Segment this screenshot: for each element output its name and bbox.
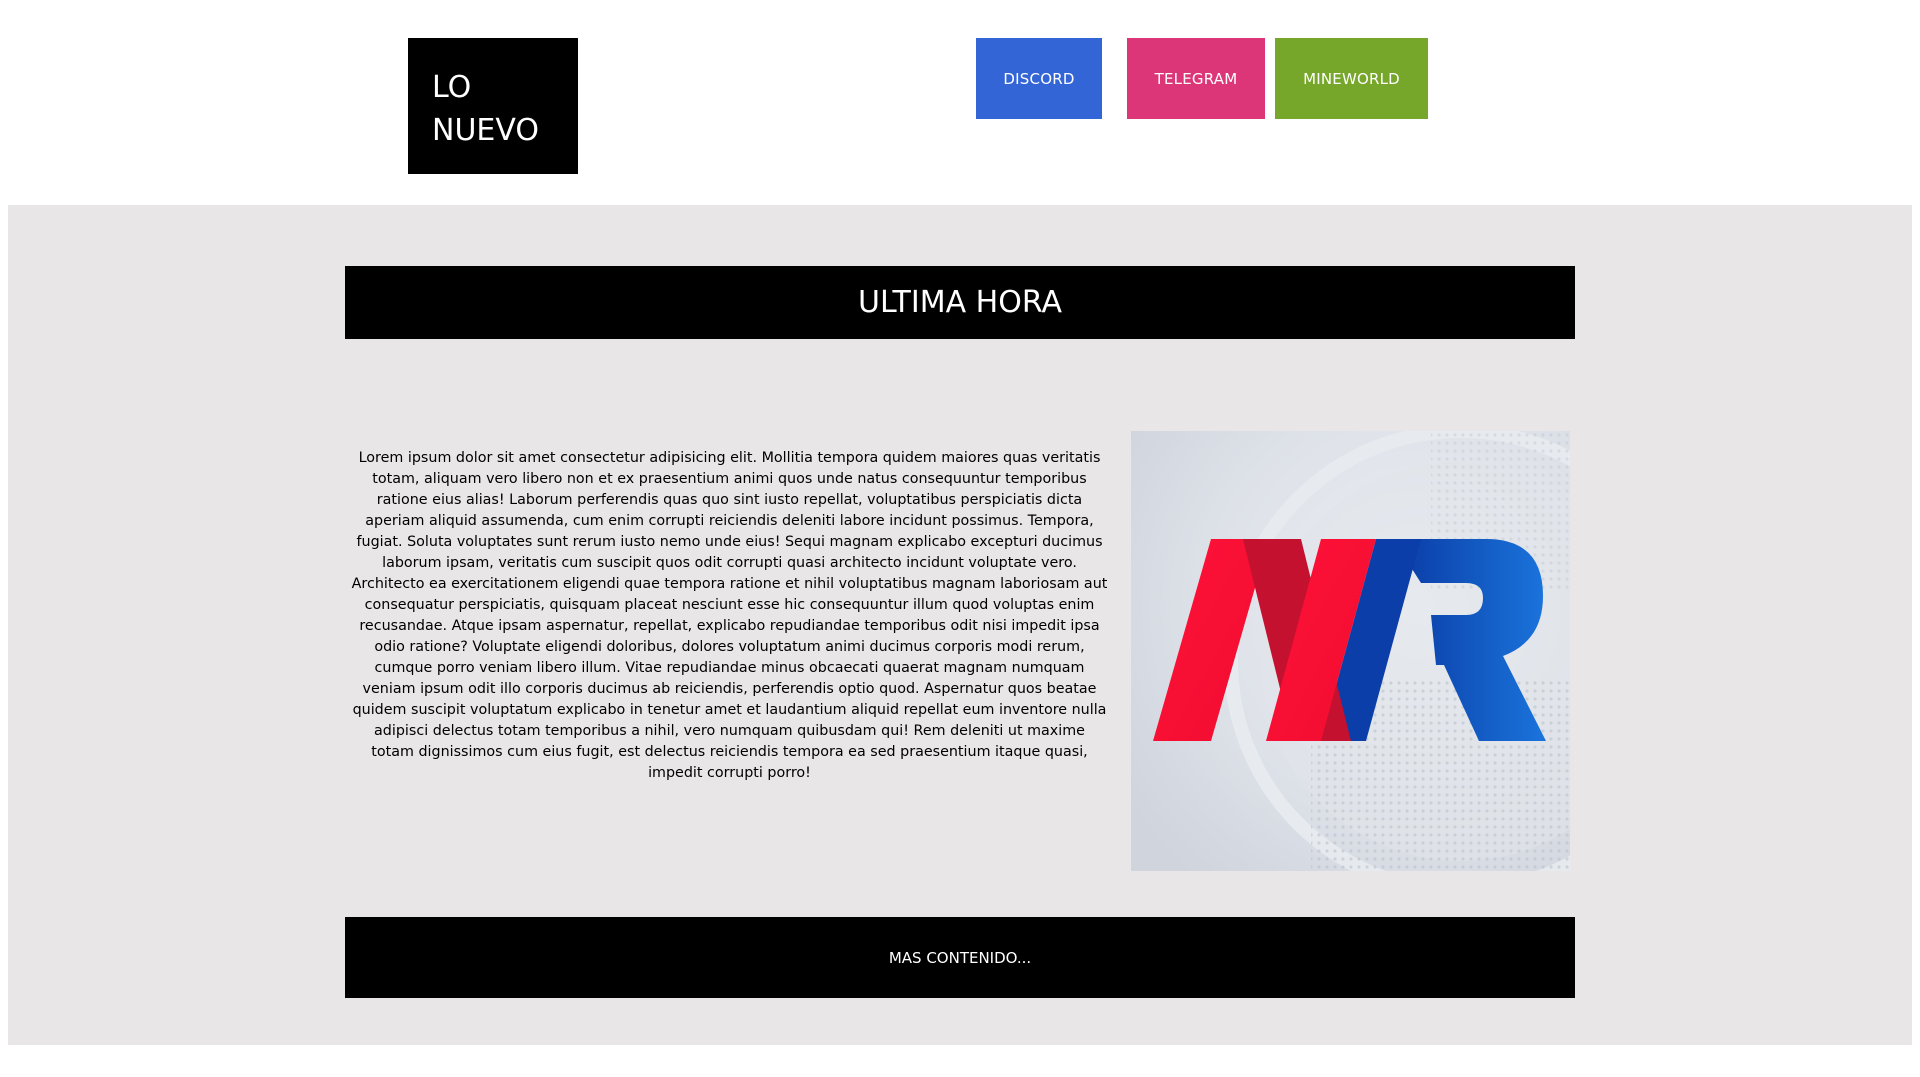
logo-line-2: NUEVO [432, 113, 539, 148]
more-content-button[interactable]: MAS CONTENIDO... [345, 917, 1575, 998]
telegram-button[interactable]: TELEGRAM [1127, 38, 1265, 119]
discord-button[interactable]: DISCORD [976, 38, 1102, 119]
mineworld-button[interactable]: MINEWORLD [1275, 38, 1428, 119]
logo-line-1: LO [432, 70, 472, 105]
site-logo[interactable]: LO NUEVO [408, 38, 578, 174]
nr-logo-image [1131, 431, 1570, 871]
more-content-label: MAS CONTENIDO... [888, 948, 1032, 967]
article-text: Lorem ipsum dolor sit amet consectetur a… [351, 450, 1108, 781]
page: LO NUEVO DISCORD TELEGRAM MINEWORLD ULTI… [0, 0, 1920, 1077]
headline-bar: ULTIMA HORA [345, 266, 1575, 339]
nr-logo-svg [1131, 431, 1570, 871]
main-section: ULTIMA HORA Lorem ipsum dolor sit amet c… [8, 205, 1912, 1045]
headline-title: ULTIMA HORA [858, 285, 1062, 320]
